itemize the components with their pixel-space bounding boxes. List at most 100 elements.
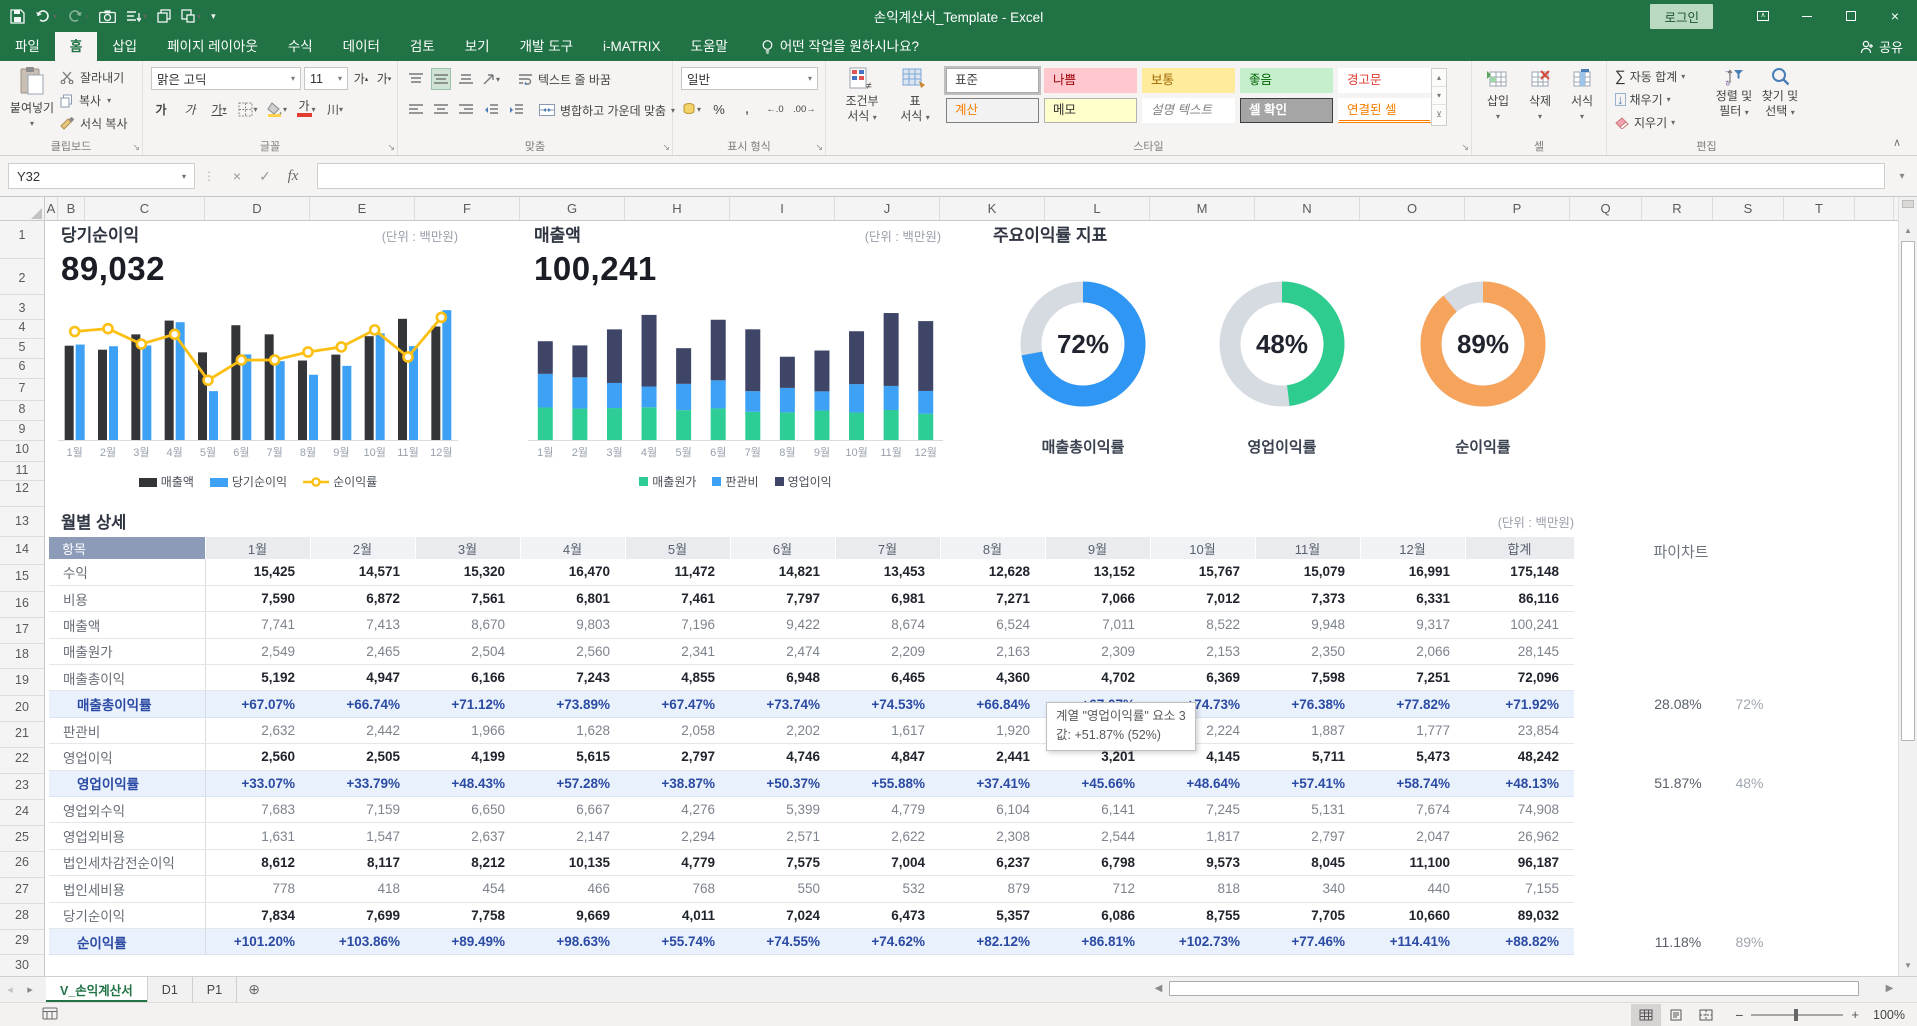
table-cell[interactable]: 4,847 — [835, 744, 940, 770]
table-cell[interactable]: 2,632 — [205, 717, 310, 743]
table-cell[interactable]: 5,615 — [520, 744, 625, 770]
table-cell[interactable]: 778 — [205, 876, 310, 902]
table-cell[interactable]: 5,399 — [730, 797, 835, 823]
table-cell[interactable]: 1,817 — [1150, 823, 1255, 849]
table-cell[interactable]: 8,045 — [1255, 849, 1360, 875]
camera-icon[interactable] — [99, 10, 116, 23]
cell-style-표준[interactable]: 표준 — [946, 68, 1039, 93]
table-cell[interactable]: 2,465 — [310, 638, 415, 664]
sheet-nav-left-icon[interactable]: ◂ — [0, 977, 20, 1002]
table-cell[interactable]: 7,012 — [1150, 585, 1255, 611]
row-header-30[interactable]: 30 — [0, 958, 44, 972]
cell-style-나쁨[interactable]: 나쁨 — [1044, 68, 1137, 93]
cell-style-셀 확인[interactable]: 셀 확인 — [1240, 98, 1333, 123]
table-cell[interactable]: 7,834 — [205, 902, 310, 928]
sheet-tab-P1[interactable]: P1 — [193, 977, 237, 1002]
table-cell[interactable]: 7,705 — [1255, 902, 1360, 928]
table-cell[interactable]: +55.74% — [625, 928, 730, 954]
table-cell[interactable]: +88.82% — [1465, 928, 1574, 954]
align-bottom-icon[interactable] — [456, 68, 476, 90]
column-header-A[interactable]: A — [45, 197, 58, 220]
table-cell[interactable]: 818 — [1150, 876, 1255, 902]
table-cell[interactable]: 5,131 — [1255, 797, 1360, 823]
cell-style-설명 텍스트[interactable]: 설명 텍스트 — [1142, 98, 1235, 123]
cell-style-계산[interactable]: 계산 — [946, 98, 1039, 123]
table-cell[interactable]: +66.84% — [940, 691, 1045, 717]
formula-input[interactable] — [317, 163, 1885, 189]
net-income-chart[interactable]: 1월2월3월4월5월6월7월8월9월10월11월12월 — [58, 302, 458, 462]
column-header-P[interactable]: P — [1465, 197, 1570, 220]
table-cell[interactable]: 7,155 — [1465, 876, 1574, 902]
table-cell[interactable]: 2,309 — [1045, 638, 1150, 664]
table-cell[interactable]: 7,674 — [1360, 797, 1465, 823]
row-header-29[interactable]: 29 — [0, 933, 44, 947]
row-header-26[interactable]: 26 — [0, 855, 44, 869]
table-cell[interactable]: 2,442 — [310, 717, 415, 743]
scroll-right-icon[interactable]: ▶ — [1881, 979, 1898, 999]
tab-수식[interactable]: 수식 — [273, 32, 328, 61]
table-cell[interactable]: 879 — [940, 876, 1045, 902]
table-cell[interactable]: 14,571 — [310, 559, 415, 585]
insert-cells-button[interactable]: 삽입▾ — [1478, 69, 1518, 121]
table-cell[interactable]: 13,152 — [1045, 559, 1150, 585]
table-cell[interactable]: 9,422 — [730, 612, 835, 638]
row-header-16[interactable]: 16 — [0, 596, 44, 610]
table-cell[interactable]: 8,674 — [835, 612, 940, 638]
table-cell[interactable]: 2,341 — [625, 638, 730, 664]
table-cell[interactable]: +50.37% — [730, 770, 835, 796]
table-cell[interactable]: 454 — [415, 876, 520, 902]
table-cell[interactable]: +74.55% — [730, 928, 835, 954]
column-header-G[interactable]: G — [520, 197, 625, 220]
table-cell[interactable]: 1,547 — [310, 823, 415, 849]
table-cell[interactable]: 96,187 — [1465, 849, 1574, 875]
table-cell[interactable]: 466 — [520, 876, 625, 902]
column-header-O[interactable]: O — [1360, 197, 1465, 220]
donut-chart-순이익률[interactable]: 89% — [1408, 269, 1558, 419]
copy-window-icon[interactable] — [157, 9, 171, 23]
row-header-10[interactable]: 10 — [0, 442, 44, 456]
table-cell[interactable]: 26,962 — [1465, 823, 1574, 849]
table-cell[interactable]: 6,650 — [415, 797, 520, 823]
zoom-level[interactable]: 100% — [1859, 1008, 1905, 1022]
table-cell[interactable]: 7,004 — [835, 849, 940, 875]
table-cell[interactable]: 175,148 — [1465, 559, 1574, 585]
italic-button[interactable]: 가 — [180, 98, 200, 120]
login-button[interactable]: 로그인 — [1650, 4, 1713, 29]
table-cell[interactable]: 6,166 — [415, 665, 520, 691]
table-cell[interactable]: 2,202 — [730, 717, 835, 743]
table-cell[interactable]: 6,141 — [1045, 797, 1150, 823]
table-cell[interactable]: +101.20% — [205, 928, 310, 954]
table-cell[interactable]: 2,560 — [205, 744, 310, 770]
wrap-text-button[interactable]: 텍스트 줄 바꿈 — [518, 71, 611, 88]
table-cell[interactable]: 2,294 — [625, 823, 730, 849]
cell-style-경고문[interactable]: 경고문 — [1338, 68, 1431, 93]
save-icon[interactable] — [10, 9, 25, 24]
table-cell[interactable]: +102.73% — [1150, 928, 1255, 954]
table-cell[interactable]: 550 — [730, 876, 835, 902]
table-cell[interactable]: 4,199 — [415, 744, 520, 770]
table-cell[interactable]: 1,617 — [835, 717, 940, 743]
column-header-C[interactable]: C — [85, 197, 205, 220]
row-header-13[interactable]: 13 — [0, 514, 44, 528]
table-cell[interactable]: 532 — [835, 876, 940, 902]
table-cell[interactable]: +89.49% — [415, 928, 520, 954]
table-header-5월[interactable]: 5월 — [625, 537, 730, 559]
share-button[interactable]: 공유 — [1860, 32, 1903, 61]
gallery-scrollbar[interactable]: ▴▾⊻ — [1431, 68, 1447, 126]
table-cell[interactable]: 2,147 — [520, 823, 625, 849]
row-label[interactable]: 당기순이익 — [49, 902, 205, 928]
normal-view-icon[interactable] — [1631, 1004, 1661, 1026]
table-cell[interactable]: 8,117 — [310, 849, 415, 875]
table-cell[interactable]: 2,571 — [730, 823, 835, 849]
table-cell[interactable]: 6,981 — [835, 585, 940, 611]
tab-데이터[interactable]: 데이터 — [328, 32, 395, 61]
autosum-button[interactable]: ∑자동 합계▾ — [1615, 68, 1685, 85]
table-cell[interactable]: 7,271 — [940, 585, 1045, 611]
tab-보기[interactable]: 보기 — [450, 32, 505, 61]
table-cell[interactable]: +48.43% — [415, 770, 520, 796]
table-cell[interactable]: 1,777 — [1360, 717, 1465, 743]
column-header-D[interactable]: D — [205, 197, 310, 220]
table-cell[interactable]: +76.38% — [1255, 691, 1360, 717]
sort-filter-button[interactable]: ㄱㅎ 정렬 및필터 ▾ — [1711, 67, 1757, 119]
table-cell[interactable]: 768 — [625, 876, 730, 902]
